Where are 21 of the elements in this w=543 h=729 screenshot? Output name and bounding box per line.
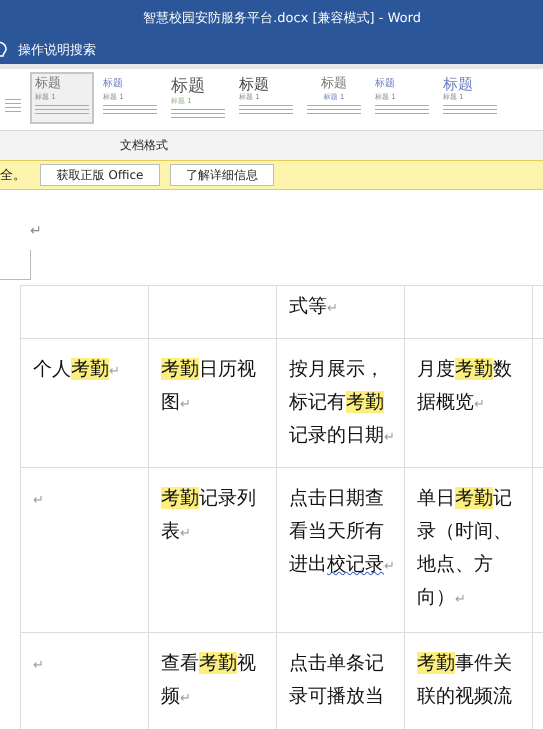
message-text: 全。 xyxy=(0,167,26,184)
message-button[interactable]: 获取正版 Office xyxy=(40,164,160,186)
table-cell: 查看考勤视频↵ xyxy=(148,633,276,729)
table-cell: 月度考勤数据概览↵ xyxy=(404,339,532,468)
message-button[interactable]: 了解详细信息 xyxy=(170,164,274,186)
tell-me-search[interactable]: 操作说明搜索 xyxy=(18,41,96,59)
table-cell: 考勤记录列表↵ xyxy=(148,468,276,633)
table-cell: 式等↵ xyxy=(276,286,404,339)
group-label: 文档格式 xyxy=(120,137,168,154)
table-cell: 点击日期查看当天所有进出校记录↵ xyxy=(276,468,404,633)
table-cell: 按月展示，标记有考勤 记录的日期↵ xyxy=(276,339,404,468)
table-cell: ↵ xyxy=(20,633,148,729)
window-title: 智慧校园安防服务平台.docx [兼容模式] - Word xyxy=(143,10,421,27)
table-cell: 单日考勤记录（时间、地点、方向）↵ xyxy=(404,468,532,633)
paragraph-mark: ↵ xyxy=(30,223,42,239)
table-cell: 考勤事件关联的视频流 xyxy=(404,633,532,729)
margin-corner-mark xyxy=(0,250,31,280)
table-cell: ↵ xyxy=(20,468,148,633)
table-cell: 点击单条记录可播放当 xyxy=(276,633,404,729)
table-cell: 考勤 日历视图↵ xyxy=(148,339,276,468)
table-cell: 个人考勤↵ xyxy=(20,339,148,468)
